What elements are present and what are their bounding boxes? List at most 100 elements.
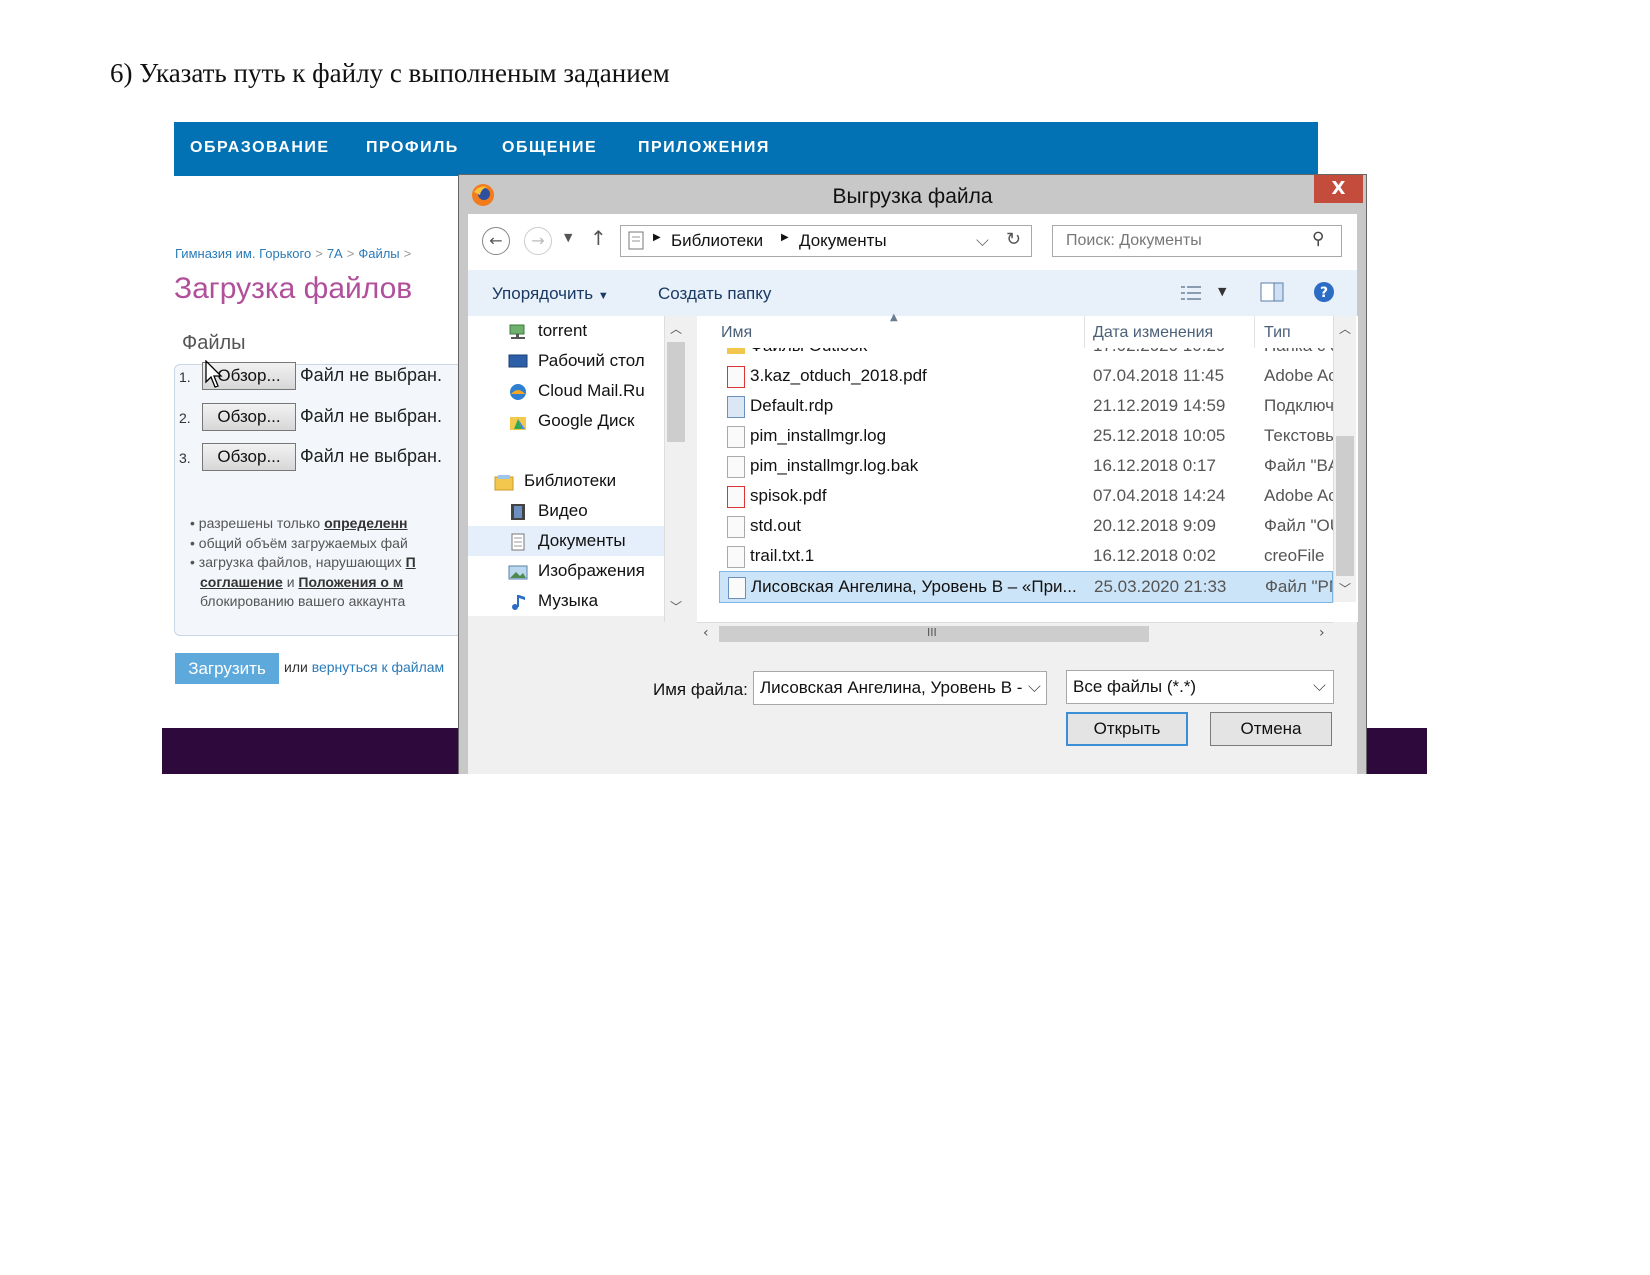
view-dropdown-icon[interactable]: ▼: [1218, 285, 1226, 298]
back-to-files: или вернуться к файлам: [284, 659, 445, 675]
tree-item-libraries[interactable]: Библиотеки: [494, 466, 616, 496]
breadcrumb-school[interactable]: Гимназия им. Горького: [175, 246, 311, 261]
new-folder-button[interactable]: Создать папку: [658, 284, 771, 304]
file-upload-dialog: Выгрузка файла X ← → ▼ ↑ ▶ Библиотеки ▶ …: [458, 174, 1367, 774]
pdf-file-icon: [727, 486, 745, 508]
dialog-title: Выгрузка файла: [832, 185, 993, 208]
browse-button-2[interactable]: Обзор...: [202, 403, 296, 431]
column-type[interactable]: Тип: [1264, 324, 1291, 342]
breadcrumb: Гимназия им. Горького >7А > Файлы >: [175, 246, 412, 261]
file-scroll-thumb[interactable]: [1336, 436, 1354, 576]
filename-dropdown-icon[interactable]: ⌵: [1028, 677, 1041, 697]
file-row[interactable]: pim_installmgr.log 25.12.2018 10:05 Тексто…: [697, 421, 1333, 451]
dialog-body: ← → ▼ ↑ ▶ Библиотеки ▶ Документы ⌵ ↻ Пои…: [468, 214, 1358, 774]
file-row[interactable]: std.out20.12.2018 9:09Файл "OU: [697, 511, 1333, 541]
network-folder-icon: [509, 324, 525, 339]
video-icon: [511, 503, 525, 520]
nav-apps[interactable]: ПРИЛОЖЕНИЯ: [638, 139, 770, 157]
browse-button-3[interactable]: Обзор...: [202, 443, 296, 471]
libraries-icon: [494, 474, 514, 491]
navigation-tree: torrent Рабочий стол Cloud Mail.Ru Googl…: [468, 316, 678, 616]
row-number: 3.: [179, 450, 191, 466]
filename-value: Лисовская Ангелина, Уровень В -: [760, 678, 1022, 697]
scroll-down-icon[interactable]: ﹀: [665, 598, 687, 615]
forward-arrow-icon[interactable]: →: [524, 227, 552, 255]
file-icon: [727, 546, 745, 568]
column-date[interactable]: Дата изменения: [1093, 324, 1213, 342]
desktop-icon: [508, 354, 528, 368]
tree-item-cloud-mail[interactable]: Cloud Mail.Ru: [508, 376, 645, 406]
file-status-3: Файл не выбран.: [300, 446, 442, 466]
address-bar[interactable]: ▶ Библиотеки ▶ Документы ⌵ ↻: [620, 225, 1032, 257]
file-row-selected[interactable]: Лисовская Ангелина, Уровень В – «При... 2…: [719, 571, 1333, 603]
tree-item-documents[interactable]: Документы: [468, 526, 664, 556]
google-drive-icon: [510, 416, 526, 430]
preview-pane-icon[interactable]: [1260, 282, 1284, 302]
tree-item-torrent[interactable]: torrent: [508, 316, 587, 346]
tree-item-music[interactable]: Музыка: [508, 586, 598, 616]
mouse-cursor-icon: [205, 360, 223, 388]
file-icon: [727, 456, 745, 478]
file-list: ▲ Имя Дата изменения Тип Файлы Outlook17…: [697, 312, 1358, 622]
nav-profile[interactable]: ПРОФИЛЬ: [366, 139, 459, 157]
filename-label: Имя файла:: [653, 680, 748, 699]
refresh-icon[interactable]: ↻: [1006, 229, 1021, 250]
history-dropdown-icon[interactable]: ▼: [564, 231, 572, 244]
filter-dropdown-icon[interactable]: ⌵: [1313, 676, 1326, 696]
file-icon: [727, 516, 745, 538]
horizontal-scrollbar[interactable]: ‹ III ›: [697, 622, 1333, 645]
tree-item-desktop[interactable]: Рабочий стол: [508, 346, 645, 376]
document-step-text: 6) Указать путь к файлу с выполненым зад…: [110, 58, 670, 88]
tree-scroll-thumb[interactable]: [667, 342, 685, 442]
tree-item-images[interactable]: Изображения: [508, 556, 645, 586]
scroll-left-icon[interactable]: ‹: [703, 625, 709, 641]
back-arrow-icon[interactable]: ←: [482, 227, 510, 255]
open-button[interactable]: Открыть: [1066, 712, 1188, 746]
file-list-rows: Файлы Outlook17.02.2020 10:29Папка с ф 3…: [697, 348, 1333, 622]
tree-item-google-drive[interactable]: Google Диск: [508, 406, 635, 436]
nav-education[interactable]: ОБРАЗОВАНИЕ: [190, 139, 330, 157]
up-arrow-icon[interactable]: ↑: [590, 226, 607, 250]
folder-icon: [727, 348, 745, 354]
address-dropdown-icon[interactable]: ⌵: [976, 231, 989, 251]
nav-communication[interactable]: ОБЩЕНИЕ: [502, 139, 597, 157]
close-button[interactable]: X: [1314, 175, 1363, 203]
column-name[interactable]: Имя: [721, 324, 752, 342]
scroll-right-icon[interactable]: ›: [1319, 625, 1325, 641]
organize-button[interactable]: Упорядочить ▼: [492, 284, 609, 304]
search-placeholder: Поиск: Документы: [1066, 232, 1202, 249]
files-heading: Файлы: [182, 332, 246, 354]
breadcrumb-files[interactable]: Файлы: [358, 246, 399, 261]
screenshot: ОБРАЗОВАНИЕ ПРОФИЛЬ ОБЩЕНИЕ ПРИЛОЖЕНИЯ Г…: [162, 122, 1427, 774]
file-row[interactable]: 3.kaz_otduch_2018.pdf 07.04.2018 11:45 Ado…: [697, 361, 1333, 391]
scroll-up-icon[interactable]: ︿: [665, 320, 687, 337]
file-row[interactable]: spisok.pdf 07.04.2018 14:24 Adobe Ac: [697, 481, 1333, 511]
breadcrumb-class[interactable]: 7А: [327, 246, 343, 261]
help-icon[interactable]: ?: [1313, 281, 1335, 303]
address-libraries[interactable]: Библиотеки: [671, 231, 763, 251]
file-list-scrollbar[interactable]: ︿ ﹀: [1333, 316, 1356, 602]
pdf-file-icon: [727, 366, 745, 388]
file-row[interactable]: pim_installmgr.log.bak 16.12.2018 0:17 Фай…: [697, 451, 1333, 481]
scroll-up-icon[interactable]: ︿: [1334, 320, 1356, 337]
svg-text:?: ?: [1320, 285, 1328, 301]
remote-desktop-file-icon: [727, 396, 745, 418]
cancel-button[interactable]: Отмена: [1210, 712, 1332, 746]
navigation-bar: ← → ▼ ↑ ▶ Библиотеки ▶ Документы ⌵ ↻ Пои…: [468, 214, 1357, 270]
filename-input[interactable]: Лисовская Ангелина, Уровень В - ⌵: [753, 671, 1047, 705]
tree-scrollbar[interactable]: ︿ ﹀: [664, 316, 687, 622]
file-row[interactable]: Файлы Outlook17.02.2020 10:29Папка с ф: [697, 348, 1333, 361]
search-box[interactable]: Поиск: Документы ⚲: [1052, 225, 1342, 257]
tree-item-video[interactable]: Видео: [508, 496, 588, 526]
file-row[interactable]: trail.txt.1 16.12.2018 0:02 creoFile: [697, 541, 1333, 571]
file-type-filter[interactable]: Все файлы (*.*) ⌵: [1066, 670, 1334, 704]
file-status-2: Файл не выбран.: [300, 406, 442, 426]
address-documents[interactable]: Документы: [799, 231, 887, 251]
file-row[interactable]: Default.rdp 21.12.2019 14:59 Подключ: [697, 391, 1333, 421]
upload-button[interactable]: Загрузить: [175, 653, 279, 684]
images-icon: [508, 565, 528, 580]
scroll-down-icon[interactable]: ﹀: [1334, 580, 1356, 597]
search-icon[interactable]: ⚲: [1312, 229, 1324, 249]
back-link[interactable]: вернуться к файлам: [312, 659, 444, 675]
view-list-icon[interactable]: [1181, 285, 1203, 301]
